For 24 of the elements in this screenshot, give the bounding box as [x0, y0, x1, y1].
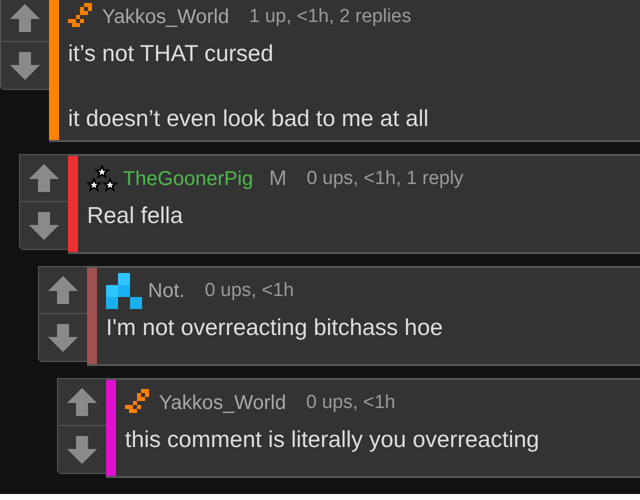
down-arrow-icon [9, 50, 41, 80]
username-link[interactable]: Yakkos_World [102, 6, 230, 28]
down-arrow-icon [66, 434, 98, 464]
up-arrow-icon [47, 275, 79, 305]
up-arrow-icon [28, 163, 60, 193]
stars-avatar-icon [87, 165, 117, 193]
mod-label: M [269, 167, 287, 191]
comment-text: this comment is literally you overreacting [125, 426, 540, 453]
comment-meta: 0 ups, <1h [306, 392, 396, 414]
block-avatar-icon [106, 273, 142, 309]
comment-meta: 0 ups, <1h [204, 280, 294, 302]
up-arrow-icon [66, 387, 98, 417]
down-arrow-icon [47, 322, 79, 352]
up-arrow-icon [9, 3, 41, 33]
comment-meta: 0 ups, <1h, 1 reply [306, 168, 464, 190]
down-arrow-icon [28, 210, 60, 240]
comment-text: it doesn’t even look bad to me at all [68, 105, 430, 132]
comment-meta: 1 up, <1h, 2 replies [249, 6, 412, 28]
comment-text: it’s not THAT cursed [68, 40, 274, 67]
comment-text: Real fella [87, 202, 184, 229]
username-link[interactable]: TheGoonerPig [123, 168, 254, 190]
comment-text: I'm not overreacting bitchass hoe [106, 314, 444, 341]
username-link[interactable]: Not. [148, 280, 185, 302]
username-link[interactable]: Yakkos_World [159, 392, 286, 414]
